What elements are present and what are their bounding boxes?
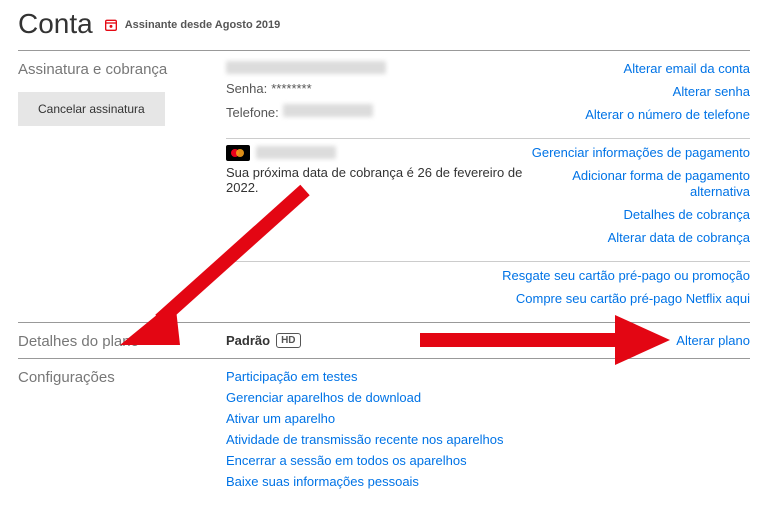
membership-links-top: Alterar email da conta Alterar senha Alt… bbox=[530, 61, 750, 130]
card-row: redacted bbox=[226, 145, 530, 161]
card-number-redacted: redacted bbox=[256, 146, 336, 159]
cancel-subscription-button[interactable]: Cancelar assinatura bbox=[18, 92, 165, 126]
link-manage-payment-info[interactable]: Gerenciar informações de pagamento bbox=[530, 145, 750, 162]
link-change-password[interactable]: Alterar senha bbox=[530, 84, 750, 101]
section-payment: redacted Sua próxima data de cobrança é … bbox=[18, 139, 750, 261]
subscriber-badge-icon bbox=[103, 17, 119, 33]
link-download-personal-info[interactable]: Baixe suas informações pessoais bbox=[226, 474, 530, 489]
password-label: Senha: bbox=[226, 80, 267, 98]
phone-row: Telefone: redacted bbox=[226, 104, 530, 122]
plan-name: Padrão HD bbox=[226, 333, 301, 348]
next-billing-text: Sua próxima data de cobrança é 26 de fev… bbox=[226, 165, 530, 195]
sub-divider bbox=[226, 138, 750, 139]
mastercard-icon bbox=[226, 145, 250, 161]
sub-divider bbox=[226, 261, 750, 262]
link-add-alt-payment[interactable]: Adicionar forma de pagamento alternativa bbox=[530, 168, 750, 202]
section-title-membership: Assinatura e cobrança bbox=[18, 61, 226, 78]
link-redeem-prepaid[interactable]: Resgate seu cartão pré-pago ou promoção bbox=[430, 268, 750, 285]
link-change-plan[interactable]: Alterar plano bbox=[676, 333, 750, 348]
link-manage-download-devices[interactable]: Gerenciar aparelhos de download bbox=[226, 390, 530, 405]
hd-badge-icon: HD bbox=[276, 333, 300, 348]
email-value-redacted: redacted bbox=[226, 61, 386, 74]
link-test-participation[interactable]: Participação em testes bbox=[226, 369, 530, 384]
section-giftcards: Resgate seu cartão pré-pago ou promoção … bbox=[18, 262, 750, 322]
page-title: Conta bbox=[18, 8, 93, 40]
membership-links-bottom: Resgate seu cartão pré-pago ou promoção … bbox=[430, 268, 750, 314]
link-buy-prepaid[interactable]: Compre seu cartão pré-pago Netflix aqui bbox=[430, 291, 750, 308]
link-recent-streaming-activity[interactable]: Atividade de transmissão recente nos apa… bbox=[226, 432, 530, 447]
page-header: Conta Assinante desde Agosto 2019 bbox=[18, 8, 750, 40]
link-change-billing-date[interactable]: Alterar data de cobrança bbox=[530, 230, 750, 247]
subscriber-since: Assinante desde Agosto 2019 bbox=[103, 17, 280, 33]
membership-links-mid: Gerenciar informações de pagamento Adici… bbox=[530, 145, 750, 253]
phone-label: Telefone: bbox=[226, 104, 279, 122]
link-billing-details[interactable]: Detalhes de cobrança bbox=[530, 207, 750, 224]
section-title-plan: Detalhes do plano bbox=[18, 333, 226, 350]
link-signout-all-devices[interactable]: Encerrar a sessão em todos os aparelhos bbox=[226, 453, 530, 468]
section-plan: Detalhes do plano Padrão HD Alterar plan… bbox=[18, 323, 750, 358]
phone-value-redacted: redacted bbox=[283, 104, 373, 117]
plan-name-text: Padrão bbox=[226, 333, 270, 348]
settings-links: Participação em testes Gerenciar aparelh… bbox=[226, 369, 530, 495]
password-row: Senha: ******** bbox=[226, 80, 530, 98]
subscriber-since-text: Assinante desde Agosto 2019 bbox=[125, 19, 280, 31]
section-settings: Configurações Participação em testes Ger… bbox=[18, 359, 750, 503]
link-change-phone[interactable]: Alterar o número de telefone bbox=[530, 107, 750, 124]
password-value: ******** bbox=[271, 80, 311, 98]
section-membership: Assinatura e cobrança Cancelar assinatur… bbox=[18, 51, 750, 138]
link-activate-device[interactable]: Ativar um aparelho bbox=[226, 411, 530, 426]
section-title-settings: Configurações bbox=[18, 369, 226, 386]
link-change-email[interactable]: Alterar email da conta bbox=[530, 61, 750, 78]
email-row: redacted bbox=[226, 61, 530, 74]
